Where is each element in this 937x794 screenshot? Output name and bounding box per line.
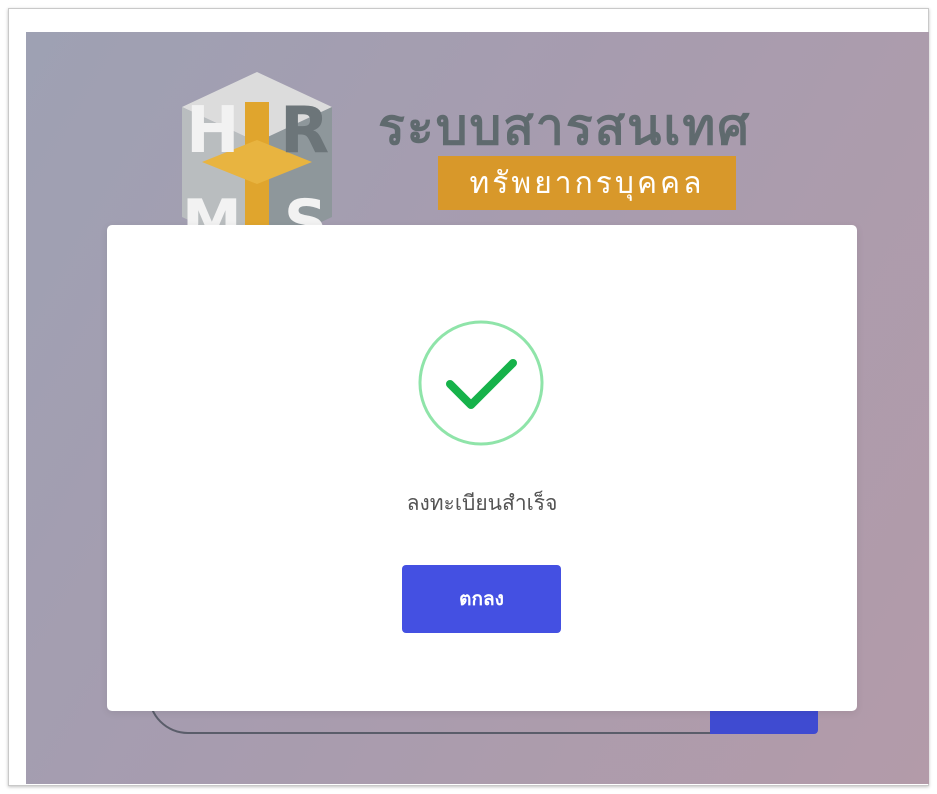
ok-button[interactable]: ตกลง <box>402 565 561 633</box>
success-dialog: ลงทะเบียนสำเร็จ ตกลง <box>107 225 857 711</box>
system-subtitle: ทรัพยากรบุคคล <box>438 156 736 210</box>
dialog-message: ลงทะเบียนสำเร็จ <box>406 491 558 515</box>
success-check-icon <box>416 318 546 448</box>
hrms-logo-icon: H R M S <box>172 52 342 257</box>
logo-letter-r: R <box>280 94 329 168</box>
logo-letter-h: H <box>186 94 240 168</box>
